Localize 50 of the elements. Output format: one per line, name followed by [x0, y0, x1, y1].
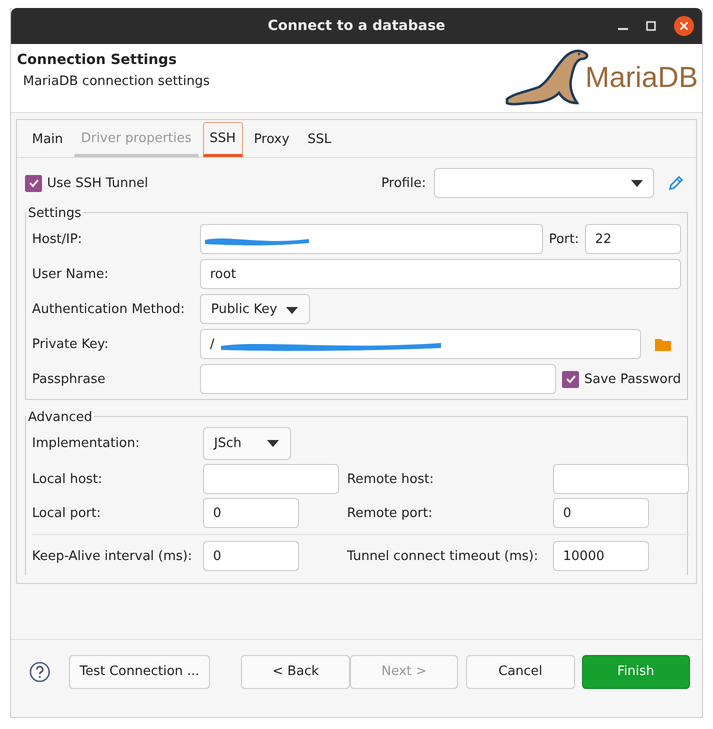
dialog-button[interactable]: Test Connection ...: [68, 654, 210, 688]
close-icon[interactable]: [674, 16, 694, 36]
profile-dropdown[interactable]: [434, 168, 654, 198]
field-label: Port:: [548, 232, 579, 246]
field-label: Host/IP:: [32, 232, 84, 246]
header-title: Connection Settings: [17, 52, 178, 68]
dialog-button[interactable]: Cancel: [466, 654, 575, 688]
field-label: Tunnel connect timeout (ms):: [347, 548, 540, 564]
input-field[interactable]: 10000: [553, 541, 649, 571]
save-password-checkbox[interactable]: Save Password: [562, 370, 681, 388]
logo-text: MariaDB: [585, 62, 698, 94]
pencil-icon[interactable]: [668, 175, 684, 191]
check-icon: [28, 177, 40, 189]
caret-icon: [631, 180, 643, 186]
field-label: Local port:: [32, 506, 102, 520]
use-ssh-tunnel-checkbox[interactable]: Use SSH Tunnel: [25, 174, 148, 192]
maximize-icon[interactable]: [646, 21, 656, 31]
field-label: Local host:: [32, 472, 104, 486]
field-label: Implementation:: [32, 436, 141, 451]
tab[interactable]: Main: [25, 122, 70, 157]
implementation-dropdown[interactable]: JSch: [203, 427, 291, 460]
field-label: Remote host:: [347, 472, 435, 486]
window-title: Connect to a database: [268, 18, 446, 34]
input-field[interactable]: [203, 464, 339, 494]
tab[interactable]: SSL: [300, 122, 338, 157]
field-label: Private Key:: [32, 336, 110, 352]
input-field[interactable]: 0: [203, 498, 299, 528]
input-field[interactable]: /: [200, 329, 641, 359]
group-title: Settings: [26, 206, 84, 221]
input-field[interactable]: [200, 364, 556, 394]
check-icon: [564, 373, 577, 385]
tab[interactable]: Proxy: [246, 122, 296, 157]
input-field[interactable]: 22: [585, 224, 681, 254]
field-label: Keep-Alive interval (ms):: [32, 548, 194, 564]
authentication-dropdown[interactable]: Public Key: [200, 294, 310, 324]
input-field[interactable]: root: [200, 259, 681, 289]
profile-label: Profile:: [381, 176, 426, 190]
input-field[interactable]: 0: [553, 498, 649, 528]
input-field[interactable]: [200, 224, 543, 254]
header-subtitle: MariaDB connection settings: [22, 74, 210, 89]
tab[interactable]: SSH: [202, 122, 243, 157]
field-label: Remote port:: [347, 506, 434, 520]
input-field[interactable]: 0: [203, 541, 299, 571]
field-label: User Name:: [32, 266, 110, 282]
field-label: Authentication Method:: [32, 302, 186, 316]
field-label: Passphrase: [32, 372, 106, 386]
help-icon[interactable]: [29, 660, 51, 682]
folder-icon[interactable]: [655, 338, 671, 350]
input-field[interactable]: [553, 464, 689, 494]
dialog-button[interactable]: < Back: [241, 654, 350, 688]
